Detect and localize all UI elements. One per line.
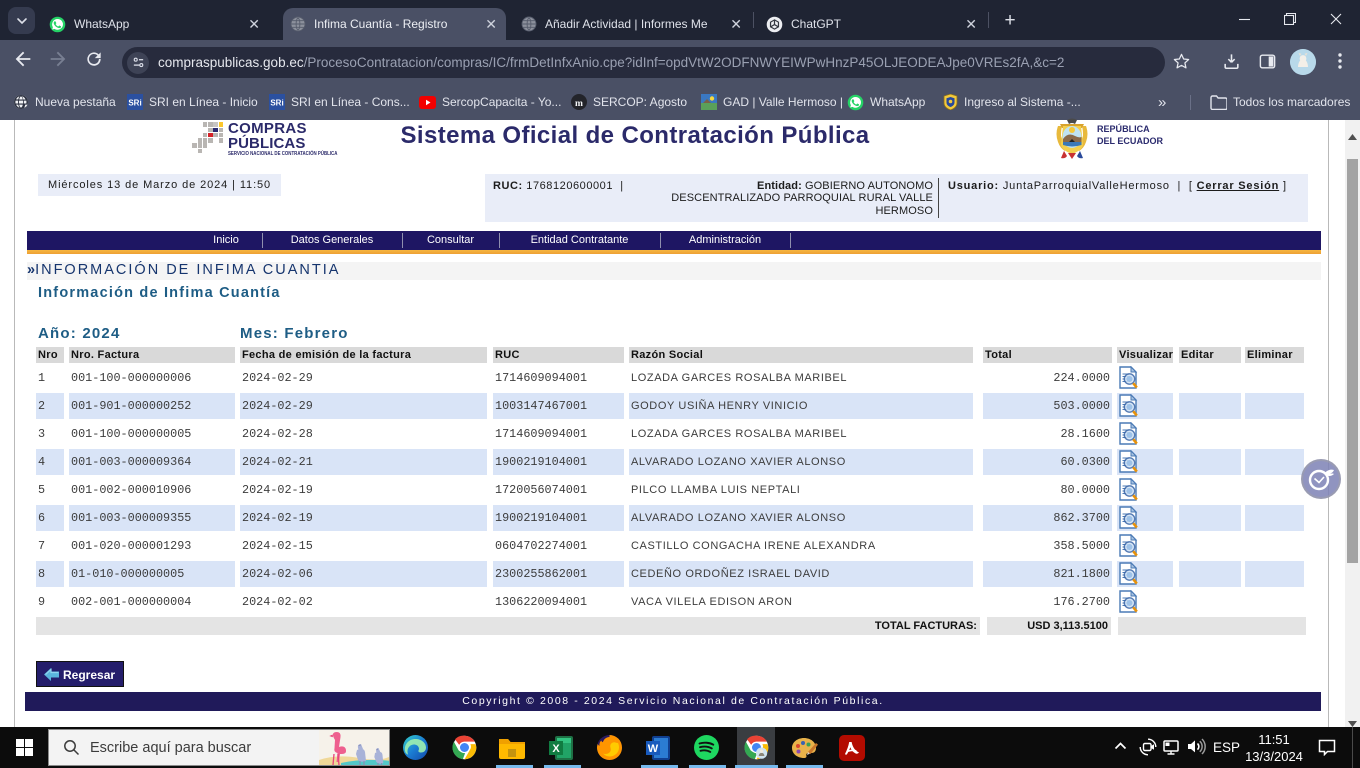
svg-text:m: m	[575, 99, 583, 109]
svg-text:SRi: SRi	[128, 99, 141, 108]
svg-text:W: W	[648, 743, 659, 755]
svg-text:SRi: SRi	[270, 99, 283, 108]
svg-text:X: X	[552, 743, 560, 755]
